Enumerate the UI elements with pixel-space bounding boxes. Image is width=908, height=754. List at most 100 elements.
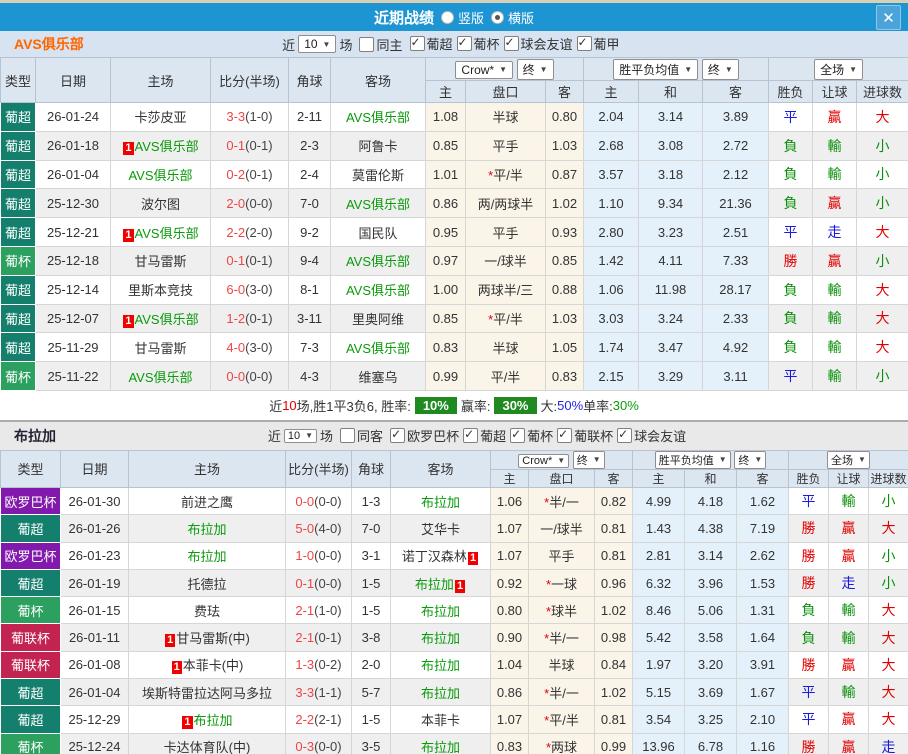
team-name-text: 布拉加: [187, 521, 227, 537]
fulltime-score: 0-1: [226, 253, 246, 269]
layout-vertical-radio[interactable]: 竖版: [440, 8, 484, 27]
league-filter-checkbox[interactable]: 葡杯: [510, 426, 553, 445]
league-filter-checkbox[interactable]: 葡甲: [576, 34, 620, 53]
match-row: 葡杯 25-11-22 AVS俱乐部 0-0(0-0) 4-3 维塞乌 0.99…: [0, 361, 908, 391]
avg-draw-odds: 4.11: [638, 245, 704, 276]
avg-odds-select[interactable]: 胜平负均值 ▼: [654, 451, 731, 469]
fulltime-select[interactable]: 全场 ▼: [827, 451, 870, 469]
result-goals: 小: [868, 568, 908, 598]
home-team: AVS俱乐部: [110, 361, 211, 391]
avg-home-odds: 1.74: [583, 332, 640, 363]
odds-source-select[interactable]: Crow* ▼: [518, 453, 570, 468]
checkbox-icon: [503, 35, 519, 51]
fulltime-select[interactable]: 全场 ▼: [814, 58, 864, 80]
league-badge: 欧罗巴杯: [0, 541, 61, 570]
avg-home-odds: 1.06: [583, 274, 640, 305]
avg-away-odds: 2.10: [735, 705, 790, 734]
league-filter-checkbox[interactable]: 葡超: [463, 426, 506, 445]
layout-horizontal-radio[interactable]: 横版: [491, 8, 534, 27]
halftime-score: (4-0): [314, 520, 342, 536]
team-name-text: 布拉加: [414, 576, 454, 592]
result-goals: 大: [856, 303, 908, 334]
odds-home: 1.07: [490, 514, 529, 543]
league-filter-checkbox[interactable]: 葡联杯: [557, 426, 613, 445]
odds-group-header: Crow* ▼ 终 ▼: [490, 449, 633, 470]
home-team: 布拉加: [128, 514, 286, 543]
odds-home: 0.86: [490, 678, 529, 707]
team-name-text: 阿鲁卡: [358, 139, 398, 155]
chevron-down-icon: ▼: [718, 455, 727, 465]
avg-away-odds: 28.17: [702, 274, 770, 305]
chevron-down-icon: ▼: [539, 64, 548, 74]
odds-final-select[interactable]: 终 ▼: [516, 58, 554, 80]
league-filter-checkbox[interactable]: 葡超: [409, 34, 453, 53]
score: 2-0(0-0): [210, 188, 289, 219]
close-button[interactable]: ✕: [876, 5, 901, 30]
league-filter-checkbox[interactable]: 葡杯: [456, 34, 500, 53]
same-venue-checkbox[interactable]: 同客: [340, 426, 383, 445]
subcol-avg-away: 客: [735, 468, 790, 488]
league-filter-checkbox[interactable]: 球会友谊: [617, 426, 686, 445]
result-wdl: 平: [768, 102, 814, 132]
avg-away-odds: 1.67: [735, 678, 790, 707]
subcol-odds-away: 客: [594, 468, 633, 488]
result-wdl: 勝: [788, 568, 830, 598]
score: 1-3(0-2): [285, 650, 352, 680]
league-filter-checkbox[interactable]: 球会友谊: [503, 34, 573, 53]
radio-checked-icon[interactable]: [491, 10, 504, 24]
avg-draw-odds: 3.14: [638, 102, 704, 132]
league-badge: 葡超: [0, 678, 61, 707]
league-badge: 葡超: [0, 130, 36, 161]
handicap-line: 平/半: [465, 361, 546, 391]
handicap-line: 平手: [465, 217, 546, 247]
avg-final-select[interactable]: 终 ▼: [701, 58, 739, 80]
odds-final-select[interactable]: 终 ▼: [572, 451, 605, 469]
home-team: 前进之鹰: [128, 486, 286, 516]
league-badge: 葡联杯: [0, 623, 61, 652]
odds-away: 0.81: [594, 705, 633, 734]
checkbox-icon: [409, 35, 425, 51]
odds-away: 0.99: [594, 732, 633, 754]
league-filter-label: 葡甲: [593, 37, 620, 52]
checkbox-icon: [340, 428, 356, 444]
radio-unchecked-icon[interactable]: [440, 10, 454, 24]
score: 2-2(2-1): [285, 705, 352, 734]
result-goals: 大: [868, 514, 908, 543]
score: 4-0(3-0): [210, 332, 289, 363]
odds-source-select[interactable]: Crow* ▼: [455, 60, 514, 79]
fulltime-score: 2-0: [226, 195, 246, 211]
away-team: AVS俱乐部: [330, 332, 426, 363]
match-row: 葡超 25-12-30 波尔图 2-0(0-0) 7-0 AVS俱乐部 0.86…: [0, 188, 908, 219]
team-name-text: 维塞乌: [358, 369, 398, 385]
match-row: 葡超 25-12-21 1 AVS俱乐部 2-2(2-0) 9-2 国民队 0.9…: [0, 217, 908, 247]
score: 3-3(1-0): [210, 102, 289, 132]
away-team: 艾华卡: [390, 514, 491, 543]
chevron-down-icon: ▼: [305, 431, 314, 441]
avg-home-odds: 3.57: [583, 159, 640, 190]
score: 0-1(0-1): [210, 130, 289, 161]
handicap-line: *球半: [528, 596, 595, 625]
halftime-score: (0-2): [314, 657, 342, 673]
subcol-odds-home: 主: [425, 80, 466, 103]
avg-final-select[interactable]: 终 ▼: [734, 451, 767, 469]
same-venue-checkbox[interactable]: 同主: [359, 35, 403, 54]
recent-count-select[interactable]: 10 ▼: [283, 428, 318, 443]
away-team: 布拉加: [390, 623, 491, 652]
league-badge: 葡杯: [0, 732, 61, 754]
section-filter-bar: AVS俱乐部 近 10▼ 场 同主 葡超 葡杯 球会友谊 葡甲: [0, 31, 908, 57]
avg-away-odds: 3.89: [702, 102, 770, 132]
league-filter-checkbox[interactable]: 欧罗巴杯: [390, 426, 459, 445]
avg-odds-select[interactable]: 胜平负均值 ▼: [613, 58, 699, 80]
team-name-text: 本菲卡(中): [182, 658, 244, 674]
odds-away: 0.82: [594, 486, 633, 516]
live-rank-badge: 1: [454, 579, 466, 593]
fulltime-score: 0-1: [295, 575, 315, 591]
league-badge: 葡超: [0, 514, 61, 543]
section-team-name: AVS俱乐部: [14, 36, 84, 52]
recent-count-select[interactable]: 10 ▼: [298, 35, 337, 53]
odds-home: 0.86: [425, 188, 466, 219]
col-header-corner: 角球: [351, 449, 391, 488]
halftime-score: (0-0): [314, 548, 342, 564]
avg-group-header: 胜平负均值 ▼ 终 ▼: [583, 57, 770, 81]
fulltime-score: 0-0: [295, 493, 315, 509]
